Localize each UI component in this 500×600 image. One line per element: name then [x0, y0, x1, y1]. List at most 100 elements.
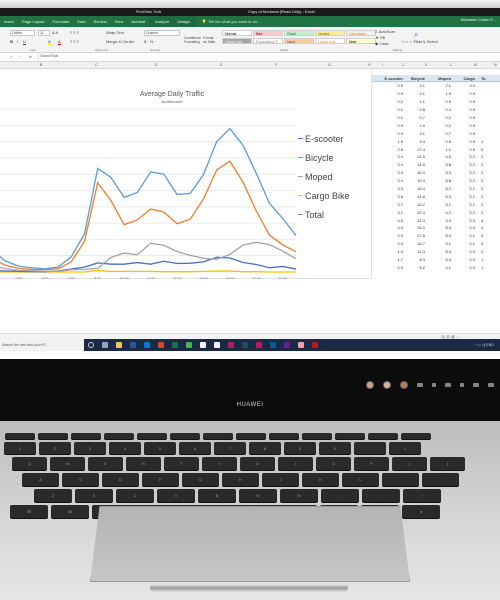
table-cell[interactable]: 0.3	[372, 91, 403, 96]
keyboard-key[interactable]: ,	[321, 489, 359, 502]
column-header-h[interactable]: H	[368, 63, 371, 67]
table-cell[interactable]: 8.3	[403, 257, 425, 262]
conditional-formatting-button[interactable]: Conditional Formatting	[184, 36, 201, 44]
cell-style-explanatory-t-[interactable]: Explanatory T...	[253, 38, 283, 44]
keyboard-key[interactable]	[170, 433, 200, 439]
keyboard-key[interactable]: T	[164, 457, 199, 470]
keyboard-key[interactable]	[203, 433, 233, 439]
keyboard-key[interactable]: F	[142, 473, 179, 486]
table-cell[interactable]: 3.1	[403, 131, 425, 136]
table-cell[interactable]: 0.2	[425, 123, 451, 128]
table-cell[interactable]: 0.2	[451, 178, 475, 183]
column-header-g[interactable]: G	[328, 63, 331, 67]
keyboard-key[interactable]: 0	[319, 442, 351, 454]
table-cell[interactable]: 2.8	[372, 147, 403, 152]
table-cell[interactable]: 18.7	[403, 241, 425, 246]
table-cell[interactable]: 2	[475, 162, 500, 167]
column-header-c[interactable]: C	[95, 63, 98, 67]
document-icon[interactable]	[200, 342, 206, 348]
keyboard-key[interactable]: M	[280, 489, 318, 502]
keyboard-key[interactable]: Q	[12, 457, 47, 470]
cell-style-normal[interactable]: Normal	[222, 30, 252, 36]
table-cell[interactable]: 1.7	[372, 257, 403, 262]
table-cell[interactable]: 4.1	[403, 83, 425, 88]
tell-me-box[interactable]: 💡 Tell me what you want to do...	[196, 19, 261, 24]
keyboard-key[interactable]: E	[88, 457, 123, 470]
battery-icon[interactable]	[445, 383, 451, 387]
table-cell[interactable]: 16.0	[403, 170, 425, 175]
table-cell[interactable]: 1	[475, 257, 500, 262]
grow-font-button[interactable]: A A	[52, 30, 58, 35]
keyboard-key[interactable]	[368, 433, 398, 439]
keyboard-key[interactable]	[5, 433, 35, 439]
table-cell[interactable]: 0.3	[451, 225, 475, 230]
volume-icon[interactable]	[473, 383, 479, 387]
keyboard-key[interactable]: /	[403, 489, 441, 502]
keyboard-key[interactable]: Alt	[51, 505, 89, 518]
keyboard-key[interactable]: S	[62, 473, 99, 486]
table-cell[interactable]: 0.9	[372, 131, 403, 136]
table-cell[interactable]: 5.1	[425, 202, 451, 207]
highlight-color-button[interactable]: A	[48, 39, 51, 45]
table-cell[interactable]: 6.4	[425, 257, 451, 262]
cell-style-good[interactable]: Good	[284, 30, 314, 36]
header-moped[interactable]: Moped	[425, 76, 451, 81]
keyboard-key[interactable]: ◂	[402, 505, 440, 518]
table-cell[interactable]: 0.2	[372, 99, 403, 104]
table-cell[interactable]: 0.0	[451, 99, 475, 104]
merge-center-button[interactable]: Merge & Center	[106, 39, 134, 44]
table-cell[interactable]: 5.4	[425, 225, 451, 230]
table-cell[interactable]: 4.3	[372, 225, 403, 230]
table-cell[interactable]: 0.1	[451, 194, 475, 199]
keyboard-key[interactable]: 1	[4, 442, 36, 454]
table-cell[interactable]: 9.1	[425, 241, 451, 246]
table-cell[interactable]: 2.1	[425, 83, 451, 88]
table-cell[interactable]: 2	[475, 202, 500, 207]
keyboard-key[interactable]: D	[102, 473, 139, 486]
table-cell[interactable]: 0.0	[451, 139, 475, 144]
table-cell[interactable]: 5.3	[425, 170, 451, 175]
keyboard-key[interactable]: =	[389, 442, 421, 454]
number-format-select[interactable]: Custom	[144, 30, 180, 36]
table-cell[interactable]: 3	[475, 186, 500, 191]
table-cell[interactable]: 4	[475, 218, 500, 223]
table-cell[interactable]: 6.3	[425, 194, 451, 199]
keyboard-key[interactable]: A	[22, 473, 59, 486]
tab-insert[interactable]: Insert	[0, 19, 18, 24]
avatar[interactable]	[366, 381, 374, 389]
illustrator-icon[interactable]	[242, 342, 248, 348]
table-cell[interactable]: 0.2	[451, 210, 475, 215]
tab-review[interactable]: Review	[90, 19, 111, 24]
table-cell[interactable]: 0.1	[451, 186, 475, 191]
table-cell[interactable]: 0.5	[451, 147, 475, 152]
keyboard-key[interactable]	[269, 433, 299, 439]
keyboard-key[interactable]: K	[302, 473, 339, 486]
keyboard-key[interactable]: P	[354, 457, 389, 470]
table-cell[interactable]: 0.0	[451, 83, 475, 88]
table-cell[interactable]: 27.5	[403, 233, 425, 238]
chevron-up-icon[interactable]	[432, 383, 436, 387]
table-cell[interactable]: 3.3	[372, 186, 403, 191]
fill-button[interactable]: ▼ Fill	[375, 35, 385, 40]
column-header-e[interactable]: E	[220, 63, 222, 67]
clear-button[interactable]: ◆ Clear	[375, 41, 389, 46]
taskbar-search-input[interactable]: Search the web and your PC	[0, 339, 84, 351]
table-cell[interactable]: 0.1	[372, 107, 403, 112]
table-cell[interactable]: 3	[475, 233, 500, 238]
tab-design[interactable]: Design	[173, 19, 193, 24]
powerpoint-icon[interactable]	[158, 342, 164, 348]
keyboard-key[interactable]	[302, 433, 332, 439]
tab-formulas[interactable]: Formulas	[48, 19, 73, 24]
keyboard-key[interactable]: Y	[202, 457, 237, 470]
wifi-icon[interactable]	[460, 383, 464, 387]
function-icon[interactable]: fx	[29, 55, 32, 59]
series-line-total[interactable]	[0, 127, 297, 270]
table-cell[interactable]: 2.7	[372, 202, 403, 207]
table-cell[interactable]: 3	[475, 178, 500, 183]
table-cell[interactable]: 2.4	[372, 154, 403, 159]
table-cell[interactable]: 3	[475, 241, 500, 246]
keyboard-key[interactable]: ]	[430, 457, 465, 470]
table-cell[interactable]: 4.2	[425, 210, 451, 215]
table-cell[interactable]: 8.8	[425, 178, 451, 183]
table-cell[interactable]: 2.3	[372, 241, 403, 246]
